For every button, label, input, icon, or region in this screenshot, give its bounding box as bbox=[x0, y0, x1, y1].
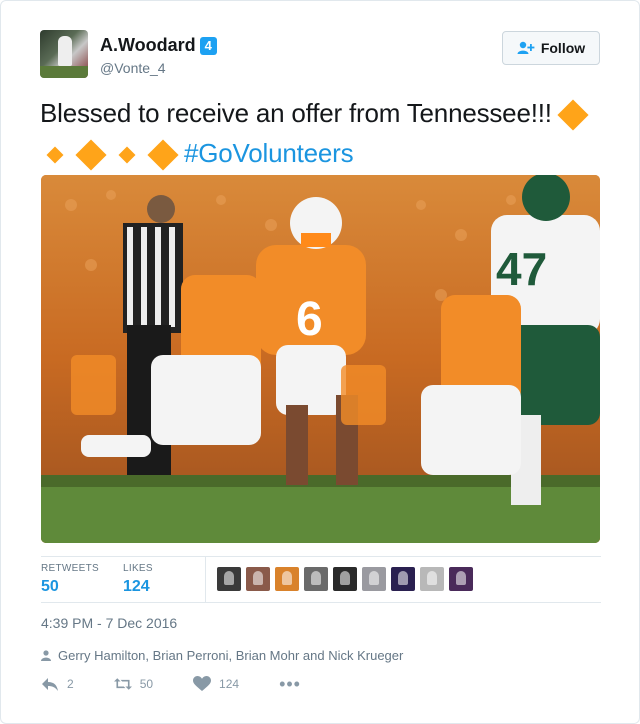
liker-avatar[interactable] bbox=[333, 567, 357, 591]
liker-avatar[interactable] bbox=[217, 567, 241, 591]
likes-label: LIKES bbox=[123, 563, 153, 574]
liked-by-names[interactable]: Gerry Hamilton, Brian Perroni, Brian Moh… bbox=[58, 648, 403, 663]
liked-by-context: Gerry Hamilton, Brian Perroni, Brian Moh… bbox=[41, 648, 403, 663]
likes-count: 124 bbox=[123, 578, 150, 595]
author-name-row[interactable]: A.Woodard 4 bbox=[100, 35, 217, 56]
author-display-name[interactable]: A.Woodard bbox=[100, 35, 196, 56]
like-count: 124 bbox=[219, 677, 240, 691]
person-icon bbox=[41, 650, 51, 661]
tweet-card: A.Woodard 4 @Vonte_4 Follow Blessed to r… bbox=[0, 0, 640, 724]
liker-avatar[interactable] bbox=[275, 567, 299, 591]
liker-avatar[interactable] bbox=[449, 567, 473, 591]
liker-avatar[interactable] bbox=[304, 567, 328, 591]
retweet-button[interactable]: 50 bbox=[113, 676, 154, 692]
add-user-icon bbox=[517, 41, 535, 54]
follow-button-label: Follow bbox=[540, 40, 586, 56]
tweet-text: Blessed to receive an offer from Tenness… bbox=[40, 93, 600, 173]
retweet-count: 50 bbox=[139, 677, 154, 691]
retweets-count: 50 bbox=[41, 578, 59, 595]
orange-diamond-icon bbox=[46, 146, 64, 164]
heart-icon bbox=[193, 676, 212, 691]
orange-diamond-icon bbox=[557, 99, 589, 131]
reply-icon bbox=[42, 678, 58, 691]
svg-text:47: 47 bbox=[496, 243, 547, 295]
author-name-badge: 4 bbox=[199, 36, 217, 55]
retweets-stat[interactable]: RETWEETS 50 bbox=[41, 563, 99, 596]
liker-avatar[interactable] bbox=[391, 567, 415, 591]
author-handle[interactable]: @Vonte_4 bbox=[100, 60, 166, 76]
liker-avatar[interactable] bbox=[246, 567, 270, 591]
likes-stat[interactable]: LIKES 124 bbox=[123, 563, 153, 596]
tweet-text-body: Blessed to receive an offer from Tenness… bbox=[40, 98, 552, 128]
liker-avatar[interactable] bbox=[362, 567, 386, 591]
tweet-timestamp[interactable]: 4:39 PM - 7 Dec 2016 bbox=[41, 615, 177, 631]
more-options-icon[interactable]: ••• bbox=[279, 675, 301, 693]
engagement-stats: RETWEETS 50 LIKES 124 bbox=[41, 556, 601, 603]
hashtag-link[interactable]: #GoVolunteers bbox=[184, 138, 354, 168]
liker-avatar[interactable] bbox=[420, 567, 444, 591]
liker-avatars bbox=[217, 567, 473, 591]
reply-count: 2 bbox=[67, 677, 74, 691]
tweet-actions: 2 50 124 ••• bbox=[41, 675, 301, 693]
reply-button[interactable]: 2 bbox=[41, 676, 74, 692]
like-button[interactable]: 124 bbox=[193, 676, 239, 692]
author-avatar[interactable] bbox=[40, 30, 88, 78]
orange-diamond-icon bbox=[118, 146, 136, 164]
orange-diamond-icon bbox=[147, 139, 179, 171]
stats-divider bbox=[205, 557, 206, 602]
orange-diamond-icon bbox=[75, 139, 107, 171]
retweet-icon bbox=[113, 678, 132, 690]
follow-button[interactable]: Follow bbox=[502, 31, 600, 65]
svg-text:6: 6 bbox=[296, 293, 323, 346]
retweets-label: RETWEETS bbox=[41, 563, 99, 574]
tweet-photo[interactable]: 6 47 bbox=[41, 175, 600, 543]
